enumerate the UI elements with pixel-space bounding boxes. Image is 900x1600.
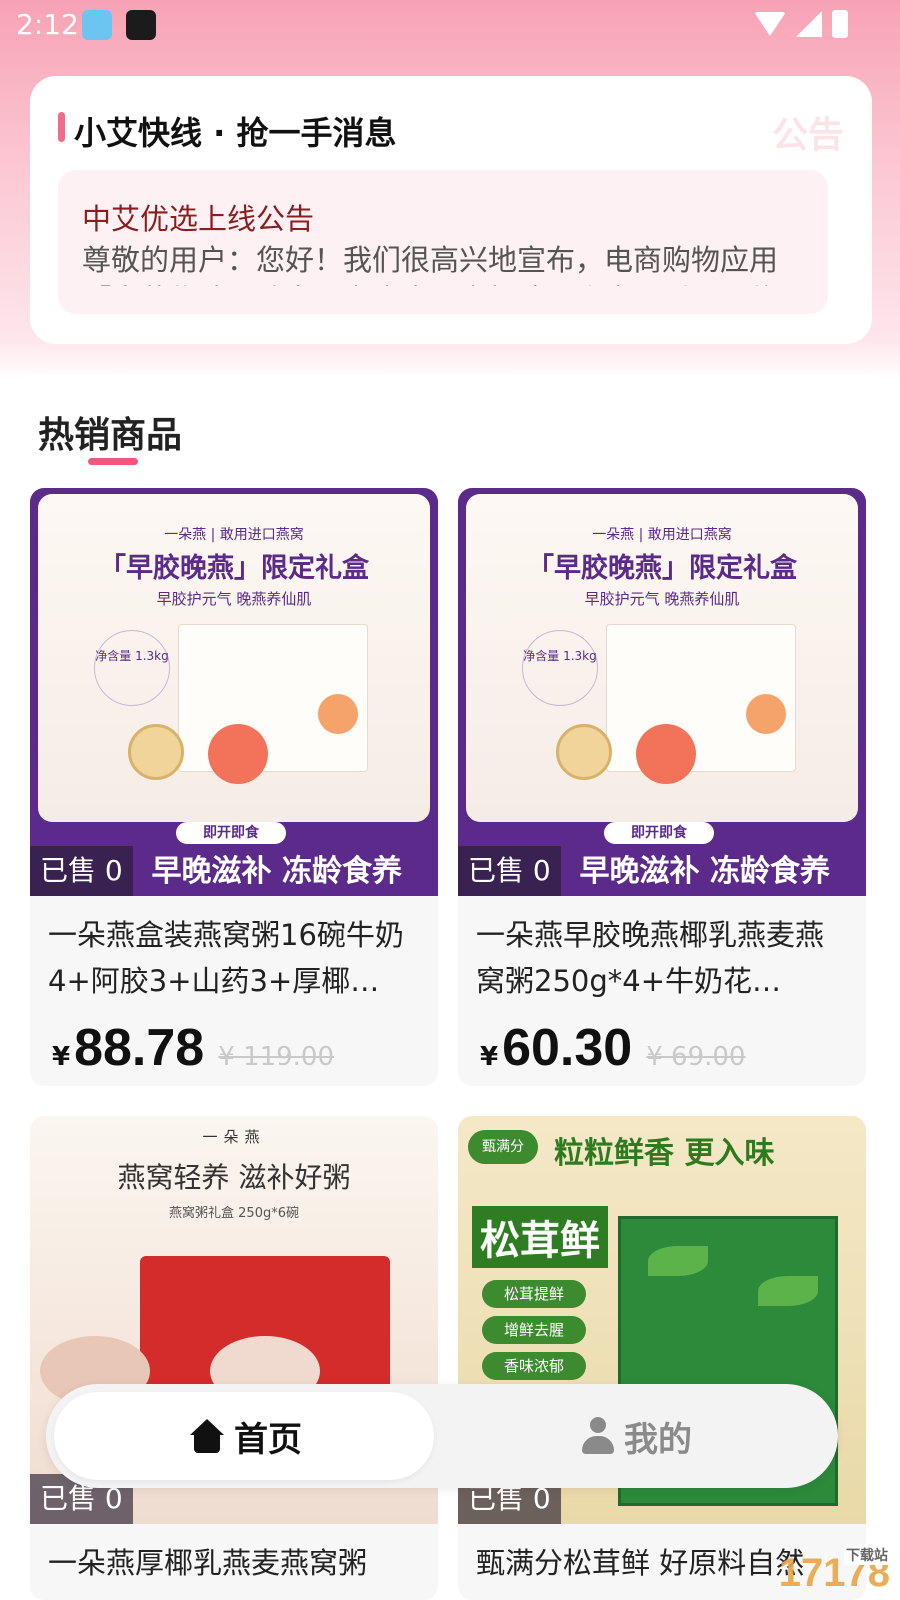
leaf-graphic: [648, 1246, 708, 1276]
product-image-net: 净含量 1.3kg: [522, 630, 598, 706]
product-image-brand: 一朵燕 | 敢用进口燕窝: [164, 527, 304, 543]
price-row: ¥ 88.78 ¥ 119.00: [52, 1018, 334, 1078]
nav-home-label: 首页: [234, 1419, 302, 1460]
product-image-pill: 即开即食: [176, 822, 286, 844]
price-row: ¥ 60.30 ¥ 69.00: [480, 1018, 745, 1078]
announcement-item[interactable]: 中艾优选上线公告 尊敬的用户：您好！我们很高兴地宣布，电商购物应用「中艾优选」致…: [58, 170, 828, 314]
announcement-item-title: 中艾优选上线公告: [82, 202, 315, 236]
announcement-card: 小艾快线 · 抢一手消息 公告 中艾优选上线公告 尊敬的用户：您好！我们很高兴地…: [30, 76, 872, 344]
product-image-headline: 「早胶晚燕」限定礼盒: [527, 553, 797, 584]
section-title: 热销商品: [38, 415, 183, 456]
sold-count-badge: 已售 0: [458, 846, 561, 896]
wifi-icon: [754, 12, 786, 36]
product-image-net: 净含量 1.3kg: [94, 630, 170, 706]
status-indicators: [754, 10, 848, 38]
status-time: 2:12: [16, 8, 79, 41]
product-image: 一朵燕 | 敢用进口燕窝 「早胶晚燕」限定礼盒 早胶护元气 晚燕养仙肌 净含量 …: [30, 488, 438, 896]
product-image-brand: 一朵燕 | 敢用进口燕窝: [592, 527, 732, 543]
product-image-pill: 即开即食: [604, 822, 714, 844]
signal-icon: [796, 11, 822, 37]
product-price: 88.78: [74, 1019, 205, 1077]
product-image-slogan: 早晚滋补 冻龄食养: [151, 854, 402, 889]
announcement-watermark: 公告: [771, 115, 844, 156]
product-image-headline: 粒粒鲜香 更入味: [554, 1136, 775, 1171]
product-card[interactable]: 一朵燕 | 敢用进口燕窝 「早胶晚燕」限定礼盒 早胶护元气 晚燕养仙肌 净含量 …: [458, 488, 866, 1086]
product-card[interactable]: 一朵燕 | 敢用进口燕窝 「早胶晚燕」限定礼盒 早胶护元气 晚燕养仙肌 净含量 …: [30, 488, 438, 1086]
home-icon: [190, 1419, 224, 1453]
product-image-sub: 早胶护元气 晚燕养仙肌: [156, 590, 312, 608]
currency-symbol: ¥: [480, 1042, 499, 1072]
bottom-navigation: 首页 我的: [46, 1384, 838, 1488]
nav-home-tab[interactable]: 首页: [190, 1384, 302, 1488]
currency-symbol: ¥: [52, 1042, 71, 1072]
announcement-title: 小艾快线 · 抢一手消息: [74, 114, 397, 152]
product-price: 60.30: [502, 1019, 633, 1077]
flower-graphic: [746, 694, 786, 734]
jar-graphic: [128, 724, 184, 780]
product-name: 一朵燕早胶晚燕椰乳燕麦燕窝粥250g*4+牛奶花…: [476, 918, 825, 998]
jar-graphic: [556, 724, 612, 780]
product-image-headline: 燕窝轻养 滋补好粥: [117, 1161, 351, 1194]
product-image-slogan: 早晚滋补 冻龄食养: [579, 854, 830, 889]
watermark-sub: 下载站: [844, 1545, 890, 1565]
product-image-big-title: 松茸鲜: [472, 1206, 608, 1268]
nav-mine-label: 我的: [624, 1419, 692, 1460]
title-accent-bar: [58, 112, 65, 142]
flower-graphic: [208, 724, 268, 784]
product-image-headline: 「早胶晚燕」限定礼盒: [99, 553, 369, 584]
flower-graphic: [318, 694, 358, 734]
original-price: ¥ 69.00: [646, 1042, 746, 1072]
nav-mine-tab[interactable]: 我的: [582, 1384, 692, 1488]
product-image-sub: 早胶护元气 晚燕养仙肌: [584, 590, 740, 608]
product-name: 一朵燕厚椰乳燕麦燕窝粥: [48, 1546, 368, 1580]
app-notification-icon: [82, 10, 112, 40]
leaf-graphic: [758, 1276, 818, 1306]
product-image: 一朵燕 | 敢用进口燕窝 「早胶晚燕」限定礼盒 早胶护元气 晚燕养仙肌 净含量 …: [458, 488, 866, 896]
product-image-sub: 燕窝粥礼盒 250g*6碗: [169, 1206, 299, 1221]
product-image-tag: 香味浓郁: [482, 1352, 586, 1380]
product-image-brand: 一朵燕: [202, 1128, 266, 1146]
product-card[interactable]: 一朵燕 燕窝轻养 滋补好粥 燕窝粥礼盒 250g*6碗 已售 0 一朵燕厚椰乳燕…: [30, 1116, 438, 1600]
original-price: ¥ 119.00: [218, 1042, 335, 1072]
site-watermark: 17178 下载站: [779, 1545, 890, 1596]
user-icon: [582, 1417, 614, 1455]
status-bar: 2:12: [0, 0, 900, 48]
sold-count-badge: 已售 0: [30, 846, 133, 896]
product-image-tag: 增鲜去腥: [482, 1316, 586, 1344]
product-image-logo: 甄满分: [468, 1130, 538, 1164]
announcement-item-body: 尊敬的用户：您好！我们很高兴地宣布，电商购物应用「中艾优选」致力于为广大用户打造…: [82, 243, 779, 286]
product-image-tag: 松茸提鲜: [482, 1280, 586, 1308]
section-underline: [88, 458, 138, 465]
battery-icon: [832, 10, 848, 38]
flower-graphic: [636, 724, 696, 784]
product-card[interactable]: 甄满分 粒粒鲜香 更入味 松茸鲜 松茸提鲜 增鲜去腥 香味浓郁 已售 0 甄满分…: [458, 1116, 866, 1600]
product-name: 一朵燕盒装燕窝粥16碗牛奶4+阿胶3+山药3+厚椰…: [48, 918, 404, 998]
app-notification-icon: [126, 10, 156, 40]
